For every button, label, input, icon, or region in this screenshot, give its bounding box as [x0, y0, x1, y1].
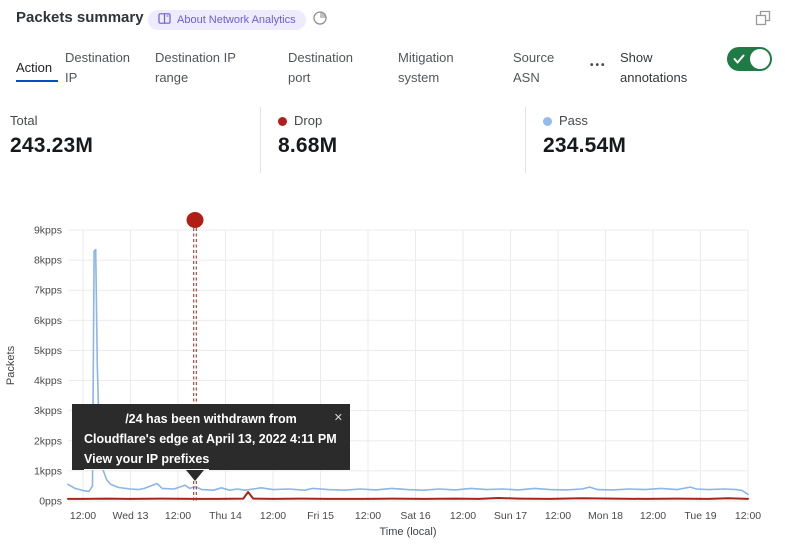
active-tab-underline — [16, 80, 58, 82]
tooltip-caret — [186, 470, 204, 481]
tab-mitigation-system[interactable]: Mitigation system — [398, 48, 478, 88]
tooltip-line1: /24 has been withdrawn from — [84, 409, 338, 429]
tab-destination-ip-range[interactable]: Destination IP range — [155, 48, 249, 88]
view-ip-prefixes-link[interactable]: View your IP prefixes — [84, 449, 209, 470]
check-icon — [733, 53, 745, 65]
svg-text:Wed 13: Wed 13 — [113, 510, 149, 522]
drop-legend-dot — [278, 117, 287, 126]
page-title: Packets summary — [16, 9, 144, 26]
svg-text:Packets: Packets — [5, 345, 17, 385]
svg-text:12:00: 12:00 — [70, 510, 96, 522]
stat-pass-label: Pass — [559, 113, 588, 128]
svg-text:12:00: 12:00 — [165, 510, 191, 522]
book-icon — [158, 13, 171, 27]
packets-line-chart: 0pps 1kpps 2kpps 3kpps 4kpps 5kpps 6kpps 7kpps 8… — [0, 205, 785, 555]
about-network-analytics-badge[interactable]: About Network Analytics — [148, 10, 306, 30]
tab-source-asn[interactable]: Source ASN — [513, 48, 567, 88]
stat-drop-label: Drop — [294, 113, 322, 128]
svg-text:12:00: 12:00 — [355, 510, 381, 522]
svg-text:3kpps: 3kpps — [34, 405, 62, 417]
stat-total-value: 243.23M — [10, 134, 93, 158]
svg-text:8kpps: 8kpps — [34, 255, 62, 267]
svg-text:12:00: 12:00 — [640, 510, 666, 522]
annotation-dot[interactable] — [187, 212, 204, 228]
show-annotations-label: Show annotations — [620, 48, 708, 88]
svg-text:12:00: 12:00 — [260, 510, 286, 522]
svg-text:2kpps: 2kpps — [34, 435, 62, 447]
badge-label: About Network Analytics — [177, 14, 296, 26]
divider — [525, 107, 526, 173]
toggle-knob — [750, 49, 770, 69]
svg-text:12:00: 12:00 — [735, 510, 761, 522]
svg-text:12:00: 12:00 — [545, 510, 571, 522]
svg-text:9kpps: 9kpps — [34, 225, 62, 237]
svg-text:5kpps: 5kpps — [34, 345, 62, 357]
tab-destination-ip[interactable]: Destination IP — [65, 48, 143, 88]
svg-text:Sun 17: Sun 17 — [494, 510, 527, 522]
svg-text:Sat 16: Sat 16 — [400, 510, 431, 522]
divider — [260, 107, 261, 173]
pass-legend-dot — [543, 117, 552, 126]
svg-text:Time (local): Time (local) — [379, 526, 436, 538]
expand-panel-icon[interactable] — [755, 10, 771, 26]
show-annotations-toggle[interactable] — [727, 47, 772, 71]
stat-pass-value: 234.54M — [543, 134, 626, 158]
svg-text:1kpps: 1kpps — [34, 465, 62, 477]
annotation-tooltip: /24 has been withdrawn from Cloudflare's… — [72, 404, 350, 470]
svg-text:Fri 15: Fri 15 — [307, 510, 334, 522]
series-drop — [68, 492, 748, 499]
stat-total-label: Total — [10, 113, 37, 128]
tab-action[interactable]: Action — [16, 58, 58, 78]
svg-text:4kpps: 4kpps — [34, 375, 62, 387]
tab-destination-port[interactable]: Destination port — [288, 48, 370, 88]
svg-text:Thu 14: Thu 14 — [209, 510, 242, 522]
svg-text:Mon 18: Mon 18 — [588, 510, 623, 522]
svg-text:6kpps: 6kpps — [34, 315, 62, 327]
more-tabs-icon[interactable]: ••• — [590, 60, 614, 71]
svg-text:0pps: 0pps — [39, 496, 62, 508]
svg-text:12:00: 12:00 — [450, 510, 476, 522]
svg-text:7kpps: 7kpps — [34, 285, 62, 297]
close-icon[interactable]: ✕ — [334, 408, 343, 428]
packets-summary-panel: Packets summary About Network Analytics … — [0, 0, 785, 555]
svg-text:Tue 19: Tue 19 — [684, 510, 716, 522]
stat-drop-value: 8.68M — [278, 134, 337, 158]
history-icon[interactable] — [312, 10, 328, 26]
tooltip-line2: Cloudflare's edge at April 13, 2022 4:11… — [84, 429, 338, 449]
